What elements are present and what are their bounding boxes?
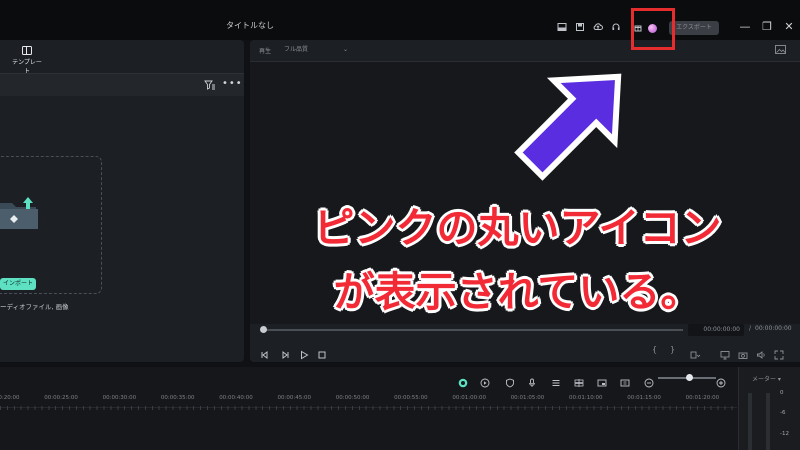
annotation-highlight-box [631, 8, 675, 50]
timeline-panel: 00:00:20:00 00:00:25:00 00:00:30:00 00:00:3… [0, 367, 800, 450]
next-frame-icon[interactable] [280, 345, 290, 359]
title-bar: タイトルなし エクスポート — ❐ ✕ [0, 0, 800, 40]
ruler-tick-label: 00:00:45:00 [277, 395, 312, 401]
annotation-arrow [514, 73, 622, 181]
quality-dropdown[interactable]: フル品質 ⌄ [284, 44, 350, 56]
player-mode-label: 再生 [259, 48, 272, 55]
import-button[interactable]: インポート [0, 278, 36, 290]
ruler-tick-label: 00:00:25:00 [44, 395, 78, 401]
template-icon [22, 46, 32, 55]
total-time: 00:00:00:00 [755, 325, 792, 332]
ruler-tick-label: 00:00:55:00 [394, 395, 428, 401]
ruler-tick-label: 00:01:15:00 [627, 395, 661, 401]
close-button[interactable]: ✕ [782, 19, 796, 35]
meter-scale-0: 0 [780, 390, 784, 396]
annotation-line-2: が表示されている。 [333, 268, 702, 316]
chevron-down-icon: ⌄ [342, 46, 348, 53]
snapshot-icon[interactable] [775, 45, 786, 54]
picture-in-picture-icon[interactable] [597, 373, 607, 387]
meter-scale-12: -12 [780, 431, 789, 437]
export-button[interactable]: エクスポート [669, 21, 719, 35]
save-icon[interactable] [574, 21, 586, 33]
cloud-upload-icon[interactable] [592, 21, 604, 33]
stop-icon[interactable] [317, 345, 327, 359]
playback-scrubber[interactable] [263, 329, 683, 331]
ai-assist-icon[interactable] [458, 373, 468, 388]
meter-bar-right [766, 393, 770, 450]
ruler-ticks [0, 406, 737, 410]
current-time: 00:00:00:00 [688, 324, 744, 336]
mark-in-button[interactable]: { [652, 345, 662, 355]
timeline-toolbar [0, 367, 737, 389]
ruler-tick-label: 00:00:20:00 [0, 395, 20, 401]
grid-icon[interactable] [620, 373, 630, 387]
restore-button[interactable]: ❐ [760, 19, 774, 35]
scrubber-handle[interactable] [260, 326, 267, 333]
ruler-tick-label: 00:01:00:00 [452, 395, 486, 401]
zoom-slider-handle[interactable] [686, 374, 693, 381]
tab-templates[interactable]: テンプレート [12, 46, 42, 75]
annotation-caption: ピンクの丸いアイコン が表示されている。 [270, 196, 765, 324]
microphone-icon[interactable] [527, 373, 537, 387]
filter-icon[interactable] [204, 79, 216, 91]
play-circle-icon[interactable] [480, 373, 490, 388]
ruler-tick-label: 00:00:50:00 [335, 395, 370, 401]
layout-icon[interactable] [556, 21, 568, 33]
ruler-tick-label: 00:00:40:00 [219, 395, 253, 401]
time-separator: / [749, 325, 752, 332]
shield-icon[interactable] [505, 373, 515, 388]
previous-frame-icon[interactable] [260, 345, 270, 359]
ruler-tick-label: 00:00:30:00 [102, 395, 137, 401]
play-icon[interactable] [299, 345, 309, 360]
fullscreen-icon[interactable] [774, 345, 784, 360]
ruler-tick-label: 00:01:05:00 [510, 395, 545, 401]
headset-icon[interactable] [610, 21, 622, 33]
volume-icon[interactable] [756, 345, 766, 359]
display-icon[interactable] [720, 345, 730, 360]
more-options-icon[interactable]: ••• [222, 78, 243, 89]
meter-bar-left [748, 393, 752, 450]
meter-scale-6: -6 [780, 410, 786, 416]
zoom-out-icon[interactable] [644, 373, 654, 388]
camera-icon[interactable] [738, 345, 748, 359]
split-tracks-icon[interactable] [574, 373, 584, 387]
media-panel: テンプレート ••• インポート ーディオファイル, 画像 [0, 40, 244, 362]
annotation-line-1: ピンクの丸いアイコン [313, 204, 722, 252]
ruler-tick-label: 00:01:20:00 [685, 395, 720, 401]
aspect-ratio-icon[interactable] [690, 345, 701, 359]
list-icon[interactable] [551, 373, 561, 386]
ruler-tick-label: 00:01:10:00 [569, 395, 603, 401]
import-hint-text: ーディオファイル, 画像 [0, 303, 69, 311]
quality-value: フル品質 [284, 46, 309, 53]
zoom-in-icon[interactable] [716, 373, 726, 388]
folder-import-icon [0, 197, 38, 229]
ruler-tick-label: 00:00:35:00 [160, 395, 195, 401]
window-title: タイトルなし [226, 21, 274, 30]
minimize-button[interactable]: — [738, 19, 752, 35]
meter-label[interactable]: メーター ▾ [752, 374, 781, 383]
mark-out-button[interactable]: } [670, 345, 680, 355]
